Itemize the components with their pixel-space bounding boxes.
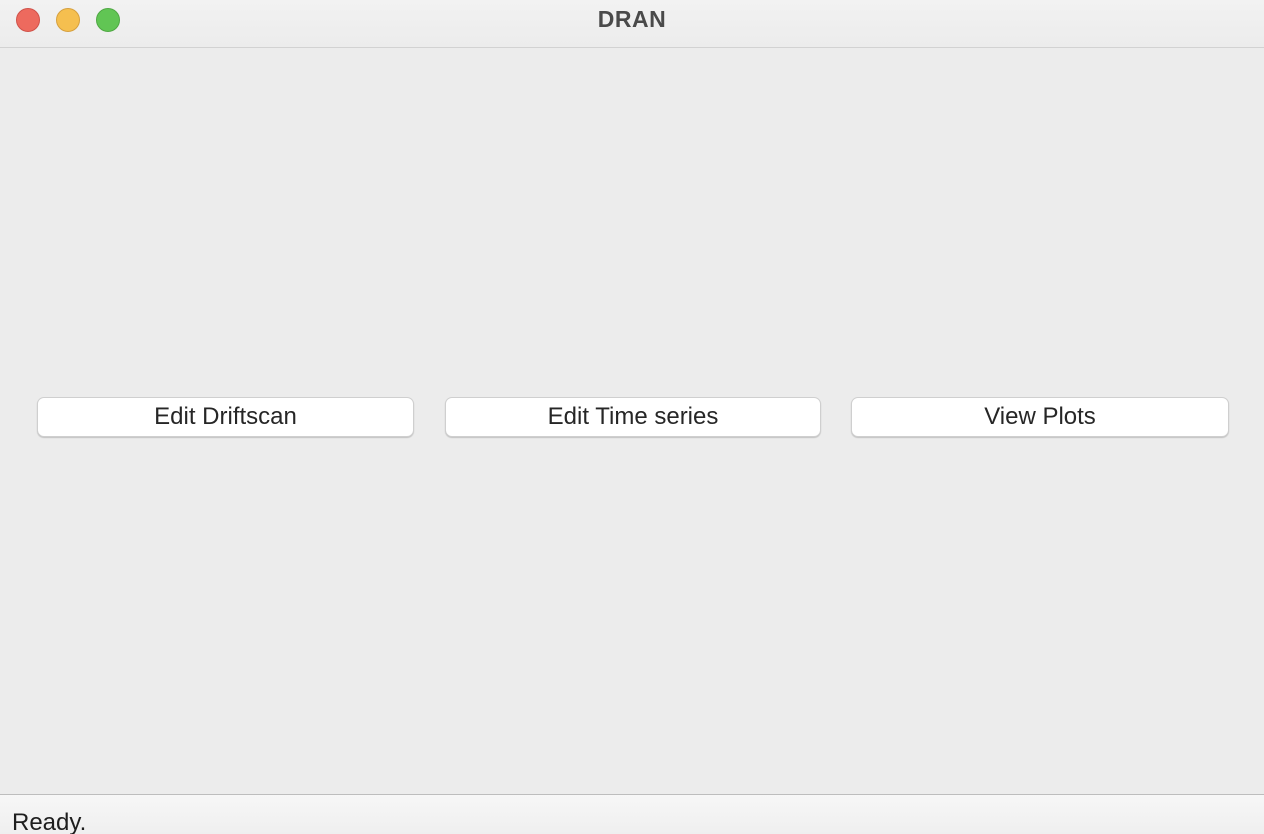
title-bar[interactable]: DRAN: [0, 0, 1264, 48]
edit-time-series-button[interactable]: Edit Time series: [445, 397, 821, 437]
main-window: DRAN Edit Driftscan Edit Time series Vie…: [0, 0, 1264, 834]
status-message: Ready.: [12, 809, 87, 834]
main-content: Edit Driftscan Edit Time series View Plo…: [0, 48, 1264, 794]
view-plots-button[interactable]: View Plots: [851, 397, 1229, 437]
window-title: DRAN: [597, 6, 667, 32]
edit-driftscan-button[interactable]: Edit Driftscan: [37, 397, 414, 437]
status-bar: Ready.: [0, 794, 1264, 834]
